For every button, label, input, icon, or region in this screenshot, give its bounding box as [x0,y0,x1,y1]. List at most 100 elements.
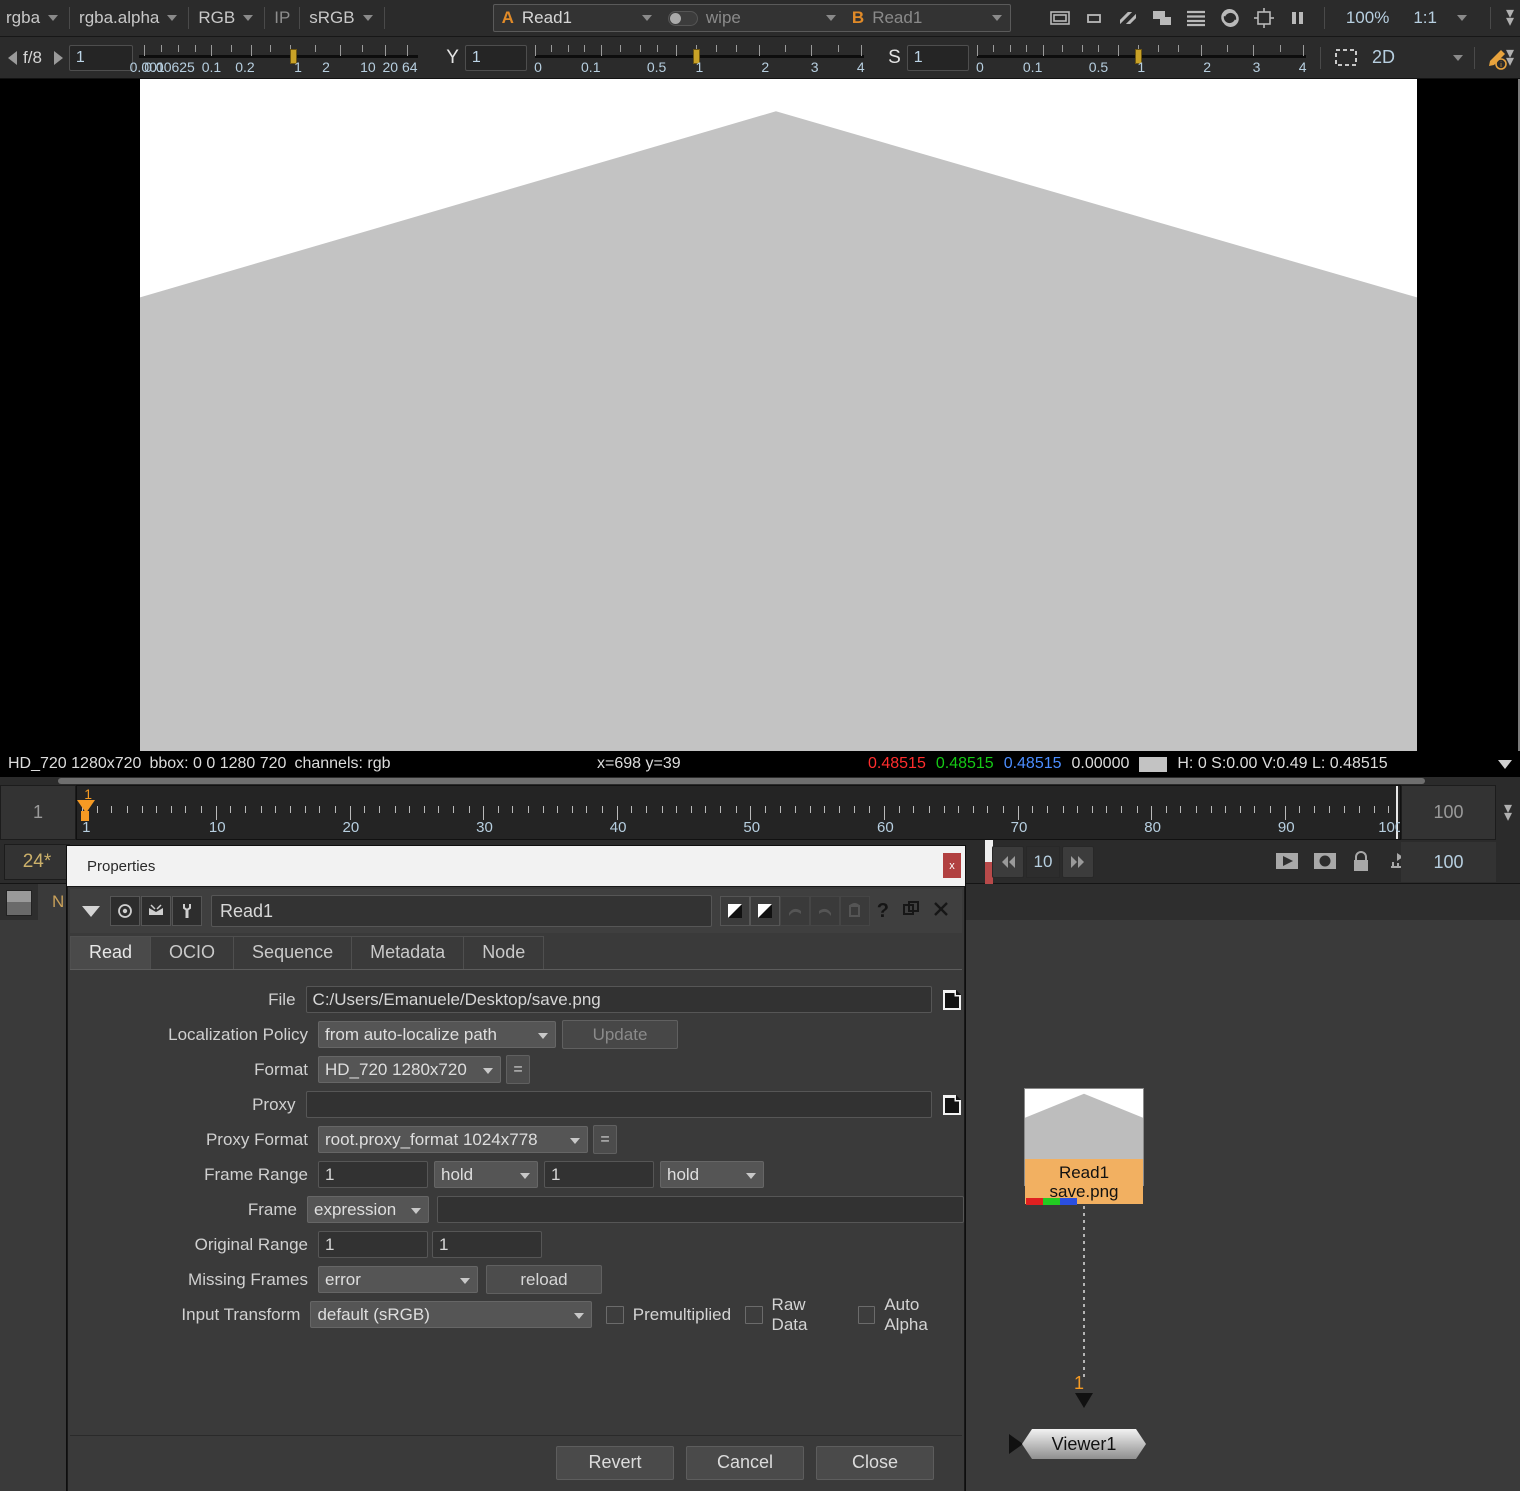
bbox-icon[interactable] [1253,7,1275,29]
expand-chevrons-icon[interactable]: ▾ ▾ [1506,6,1514,30]
raw-data-checkbox[interactable] [745,1305,763,1324]
timeline-scrollbar[interactable] [58,778,1425,784]
gamma-slider[interactable]: 0 0.1 0.5 1234 [534,39,865,77]
gain-input[interactable]: 1 [68,44,133,71]
proxy-format-expression-button[interactable]: = [593,1125,617,1154]
record-icon[interactable] [1312,850,1336,872]
viewer-image[interactable] [140,79,1417,751]
tab-read[interactable]: Read [70,936,152,969]
chevron-down-icon[interactable] [82,905,100,917]
pause-icon[interactable] [1287,7,1309,29]
timeline-end-frame[interactable]: 100 [1401,785,1496,840]
overlay-icon[interactable] [1151,7,1173,29]
chevron-down-icon[interactable] [825,15,836,21]
saturation-slider[interactable]: 0 0.1 0.5 1234 [976,39,1307,77]
blend-mode-select[interactable]: wipe [706,8,824,28]
step-back-icon[interactable] [992,846,1024,878]
fullframe-icon[interactable] [1049,7,1071,29]
file-input[interactable]: C:/Users/Emanuele/Desktop/save.png [305,986,932,1013]
chevron-down-icon[interactable] [1456,15,1467,21]
close-icon[interactable]: x [943,853,961,878]
channel-select[interactable]: rgba [0,8,46,28]
ab-toggle[interactable] [667,10,698,26]
chevron-down-icon[interactable] [1498,759,1512,769]
gamma-input[interactable]: 1 [464,44,527,71]
file-browse-icon[interactable] [940,988,964,1012]
input-b-select[interactable]: Read1 [872,8,990,28]
format-select[interactable]: HD_720 1280x720 [318,1056,501,1083]
play-icon[interactable] [1274,850,1298,872]
update-button[interactable]: Update [562,1020,678,1049]
channel-alpha-select[interactable]: rgba.alpha [73,8,165,28]
timeline-end-value[interactable]: 100 [1401,842,1496,882]
frame-mode-select[interactable]: expression [307,1196,429,1223]
step-size-field[interactable]: 10 [1026,846,1060,878]
chevron-down-icon[interactable] [362,15,373,21]
marquee-icon[interactable] [1334,47,1357,69]
input-a-select[interactable]: Read1 [522,8,640,28]
format-expression-button[interactable]: = [506,1055,530,1084]
input-transform-select[interactable]: default (sRGB) [310,1301,593,1328]
original-range-start-input[interactable]: 1 [318,1231,428,1258]
next-fstop-icon[interactable] [53,50,63,65]
prev-fstop-icon[interactable] [8,50,17,65]
step-forward-icon[interactable] [1062,846,1094,878]
tab-metadata[interactable]: Metadata [351,936,465,969]
fps-field[interactable]: 24* [4,844,70,880]
redo-icon[interactable] [809,896,840,926]
localization-select[interactable]: from auto-localize path [318,1021,556,1048]
refresh-icon[interactable] [1219,7,1241,29]
disable-a-icon[interactable] [719,896,750,926]
frame-range-before-select[interactable]: hold [434,1161,538,1188]
chevron-down-icon[interactable] [243,15,254,21]
zoom-ratio[interactable]: 1:1 [1407,8,1443,28]
ip-toggle[interactable]: IP [268,8,296,28]
disable-b-icon[interactable] [749,896,780,926]
wrench-icon[interactable] [172,896,202,926]
view-mode-select[interactable]: 2D [1366,47,1401,68]
tab-sequence[interactable]: Sequence [233,936,353,969]
mask-icon[interactable] [141,896,171,926]
zoom-level[interactable]: 100% [1340,8,1395,28]
lines-icon[interactable] [1185,7,1207,29]
lock-icon[interactable] [1350,850,1372,872]
revert-icon[interactable] [839,896,870,926]
timeline-expand-chevrons[interactable]: ▾ ▾ [1496,785,1520,840]
properties-window[interactable]: Properties x Read1 ? Read OCIO Sequence … [66,845,966,1491]
chevron-down-icon[interactable] [48,15,59,21]
close-button[interactable]: Close [816,1445,934,1480]
colorspace-select[interactable]: sRGB [303,8,360,28]
frame-range-end-input[interactable]: 1 [544,1161,654,1188]
proxy-format-select[interactable]: root.proxy_format 1024x778 [318,1126,588,1153]
premultiplied-checkbox[interactable] [606,1305,624,1324]
chevron-down-icon[interactable] [167,15,178,21]
proxy-input[interactable] [305,1091,932,1118]
proxy-icon[interactable] [1083,7,1105,29]
revert-button[interactable]: Revert [556,1445,674,1480]
float-window-icon[interactable] [903,900,919,923]
saturation-input[interactable]: 1 [906,44,969,71]
timeline-start-frame[interactable]: 1 [0,785,76,840]
missing-frames-select[interactable]: error [318,1266,478,1293]
node-read1[interactable]: Read1 save.png [1024,1088,1144,1206]
help-icon[interactable]: ? [877,900,889,923]
tab-node[interactable]: Node [463,936,545,969]
frame-range-start-input[interactable]: 1 [318,1161,428,1188]
eye-icon[interactable] [110,896,140,926]
reload-button[interactable]: reload [486,1265,602,1294]
node-viewer1[interactable]: Viewer1 [1022,1429,1146,1459]
properties-titlebar[interactable]: Properties x [67,846,965,886]
color-picker-icon[interactable]: i [1484,47,1507,70]
frame-range-after-select[interactable]: hold [660,1161,764,1188]
close-icon[interactable] [933,900,949,923]
frame-expression-input[interactable] [436,1196,964,1223]
node-name-field[interactable]: Read1 [211,895,712,927]
gain-slider[interactable]: 0.001 0.00625 0.1 0.2 1 2 10 20 64 [130,39,419,77]
viewer-canvas[interactable] [0,79,1520,751]
auto-alpha-checkbox[interactable] [857,1305,876,1324]
chevron-down-icon[interactable] [992,15,1003,21]
timeline-ruler[interactable]: 1 10 20 30 40 50 60 70 80 90 100 1 [76,785,1401,840]
display-mode-select[interactable]: RGB [192,8,241,28]
cancel-button[interactable]: Cancel [686,1445,804,1480]
proxy-browse-icon[interactable] [940,1093,964,1117]
